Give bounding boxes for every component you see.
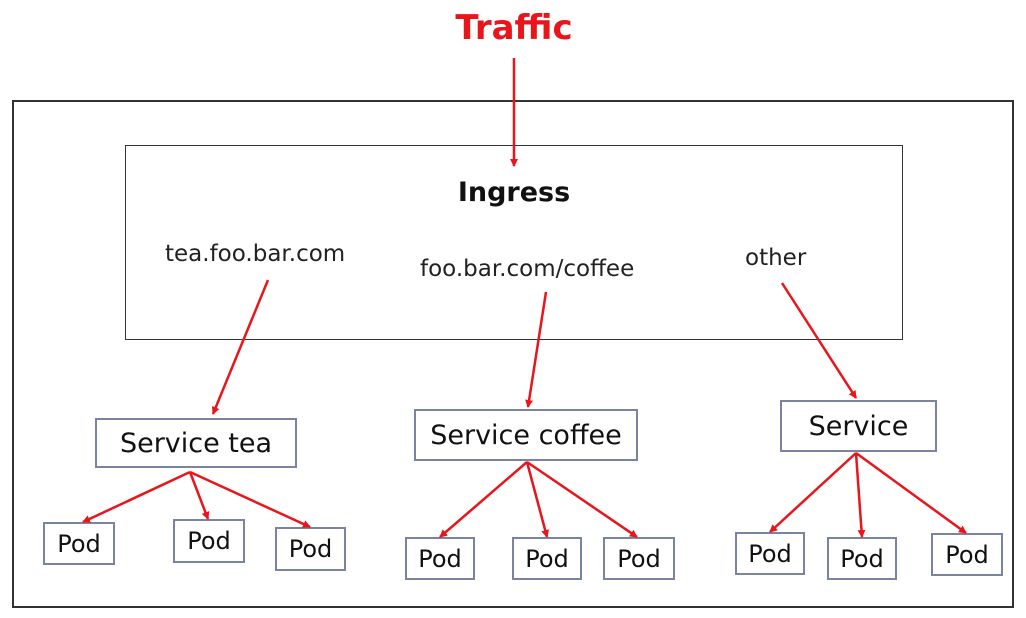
service-coffee-pod-arrow (439, 461, 528, 538)
rule-other-arrow (780, 282, 858, 399)
rule-tea-arrow (211, 279, 270, 415)
service-other-pod-arrow (854, 452, 866, 538)
ingress-diagram: Traffic Ingress tea.foo.bar.com foo.bar.… (0, 0, 1026, 618)
service-other-pod-arrow (769, 452, 857, 533)
rule-coffee-arrow (525, 291, 548, 408)
service-other-pod-arrow (855, 451, 967, 535)
service-tea-pod-arrow (82, 470, 191, 524)
arrows-layer (82, 58, 967, 539)
